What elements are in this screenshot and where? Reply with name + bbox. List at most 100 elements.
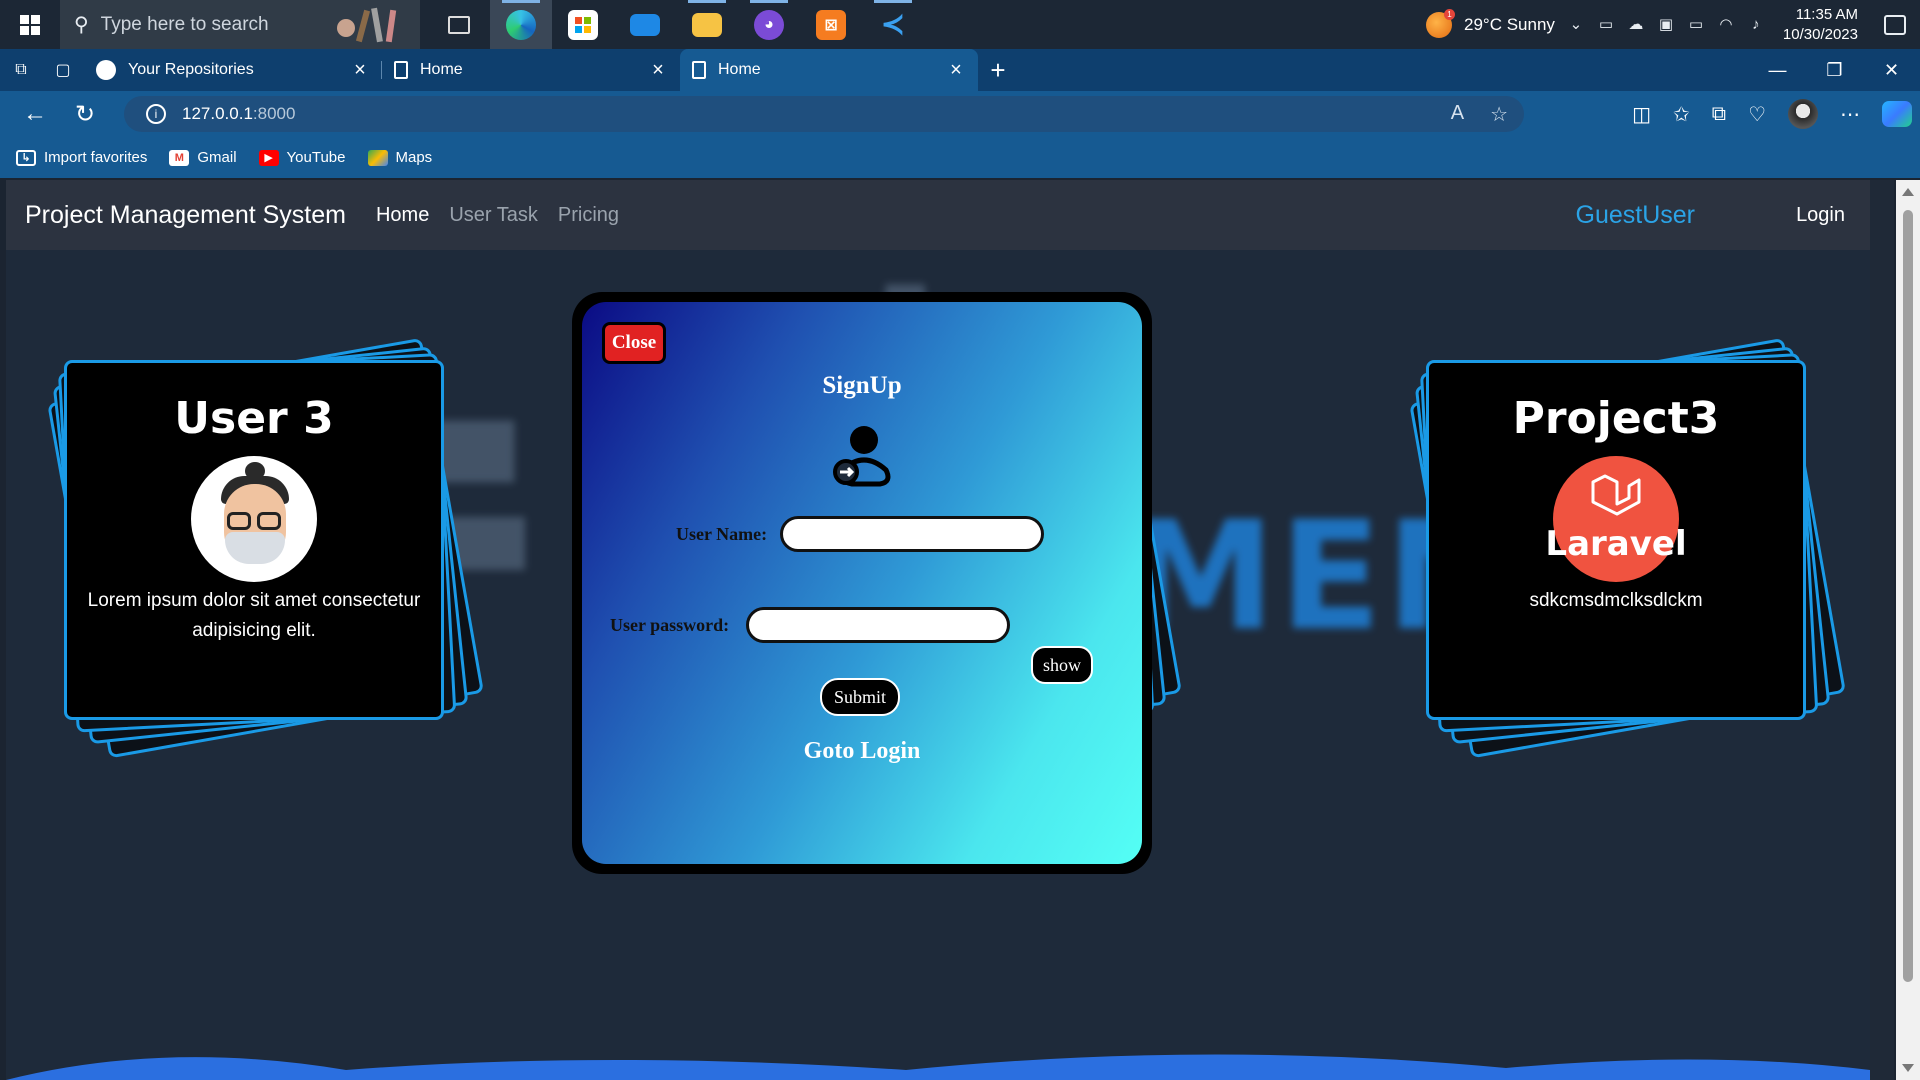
notification-center-icon[interactable] [1884,14,1906,35]
task-view-button[interactable] [428,0,490,49]
clock[interactable]: 11:35 AM 10/30/2023 [1783,5,1858,45]
browser-essentials-icon[interactable]: ♡ [1748,102,1766,127]
favorite-star-icon[interactable]: ☆ [1490,102,1508,127]
user-card-text: Lorem ipsum dolor sit amet consectetur a… [87,590,421,641]
battery-icon[interactable]: ▭ [1687,16,1705,33]
user-card-title: User 3 [174,393,334,444]
store-icon [568,9,598,40]
taskbar-mail[interactable] [614,0,676,49]
taskbar-store[interactable] [552,0,614,49]
taskbar-search-placeholder: Type here to search [100,13,269,35]
collections-icon[interactable]: ⧉ [1712,103,1726,126]
nav-user-task[interactable]: User Task [449,204,538,227]
tab-actions-icon[interactable]: ▢ [42,49,84,91]
taskbar-edge[interactable] [490,0,552,49]
weather-icon[interactable]: 1 [1426,8,1455,38]
user-card-stack: User 3 Lorem ipsum dolor sit amet consec… [47,337,484,759]
tab-home-2[interactable]: Home × [680,49,978,91]
fav-maps[interactable]: Maps [367,149,432,166]
tab-home-1[interactable]: Home × [382,49,680,91]
youtube-icon: ▶ [258,149,279,166]
weather-text[interactable]: 29°C Sunny [1464,15,1555,35]
nav-home[interactable]: Home [376,204,429,227]
more-icon[interactable]: ⋯ [1840,102,1860,127]
restore-icon[interactable]: ❐ [1806,49,1863,91]
signup-title: SignUp [822,372,902,399]
split-screen-icon[interactable]: ◫ [1632,102,1651,127]
submit-button[interactable]: Submit [820,678,900,716]
login-link[interactable]: Login [1796,204,1845,227]
goto-login-link[interactable]: Goto Login [582,738,1142,765]
nav-pricing[interactable]: Pricing [558,204,619,227]
address-bar[interactable]: i 127.0.0.1:8000 A ☆ [124,96,1524,132]
close-tab-icon[interactable]: × [350,59,370,82]
tab-label: Your Repositories [128,61,254,78]
system-tray: 1 29°C Sunny ⌄ ▭ ☁ ▣ ▭ ◠ ♪ 11:35 AM 10/3… [1426,0,1920,49]
user-card[interactable]: User 3 Lorem ipsum dolor sit amet consec… [64,360,444,720]
guest-user-link[interactable]: GuestUser [1576,201,1695,230]
new-tab-button[interactable]: + [978,55,1018,86]
site-navbar: Project Management System Home User Task… [6,180,1870,250]
favorites-icon[interactable]: ✩ [1673,102,1690,127]
username-input[interactable] [780,516,1044,552]
fav-gmail[interactable]: M Gmail [169,149,237,166]
page-scrollbar[interactable] [1896,180,1920,1080]
scroll-down-icon[interactable] [1902,1064,1914,1072]
show-password-button[interactable]: show [1031,646,1093,684]
laravel-logo-text: Laravel [1545,524,1687,564]
volume-icon[interactable]: ♪ [1747,16,1765,33]
taskbar-file-explorer[interactable] [676,0,738,49]
minimize-icon[interactable]: — [1749,49,1806,91]
import-icon: ↳ [16,149,36,166]
folder-icon [692,12,722,37]
scrollbar-thumb[interactable] [1903,210,1913,982]
signup-modal-frame: Close SignUp User Name: User password: s… [572,292,1152,874]
read-aloud-icon[interactable]: A [1451,102,1464,127]
tab-your-repositories[interactable]: Your Repositories × [84,49,382,91]
fav-youtube[interactable]: ▶ YouTube [258,149,346,166]
mail-icon [630,13,660,36]
scroll-up-icon[interactable] [1902,188,1914,196]
profile-avatar[interactable] [1788,99,1818,129]
clock-time: 11:35 AM [1795,5,1858,23]
wifi-icon[interactable]: ◠ [1717,16,1735,33]
xampp-icon: ⊠ [816,9,846,40]
close-window-icon[interactable]: ✕ [1863,49,1920,91]
back-icon[interactable]: ← [10,91,60,137]
password-input[interactable] [746,607,1010,643]
meet-now-icon[interactable]: ▭ [1597,16,1615,33]
favorites-bar: ↳ Import favorites M Gmail ▶ YouTube Map… [0,137,1920,178]
browser-tabstrip: ⧉ ▢ Your Repositories × Home × Home × + … [0,49,1920,91]
page-icon [394,61,408,79]
laravel-mark-icon [1591,474,1641,516]
workspaces-icon[interactable]: ⧉ [0,49,42,91]
taskbar-xampp[interactable]: ⊠ [800,0,862,49]
close-tab-icon[interactable]: × [946,59,966,82]
project-card-title: Project3 [1512,393,1720,444]
tab-label: Home [718,61,761,78]
project-card[interactable]: Project3 Laravel sdkcmsdmclksdlckm [1426,360,1806,720]
taskbar-github-desktop[interactable]: ◕ [738,0,800,49]
onedrive-icon[interactable]: ☁ [1627,16,1645,33]
site-brand[interactable]: Project Management System [25,201,346,230]
fav-label: Import favorites [44,149,148,166]
refresh-icon[interactable]: ↻ [60,91,110,137]
site-info-icon[interactable]: i [146,104,166,124]
close-button[interactable]: Close [602,322,666,364]
taskbar-vscode[interactable]: ≺ [862,0,924,49]
vscode-icon: ≺ [880,8,906,41]
bottom-wave-decoration [6,1054,1870,1080]
chevron-up-icon[interactable]: ⌄ [1567,16,1585,33]
clock-date: 10/30/2023 [1782,25,1858,43]
fav-import-favorites[interactable]: ↳ Import favorites [16,149,147,166]
device-icon[interactable]: ▣ [1657,16,1675,33]
taskbar-search[interactable]: ⚲ Type here to search [60,0,420,49]
url-port: :8000 [252,104,296,123]
fav-label: YouTube [286,149,346,166]
copilot-icon[interactable] [1882,101,1912,127]
user-avatar [191,456,317,582]
username-label: User Name: [676,524,768,544]
tab-label: Home [420,61,463,78]
start-button[interactable] [0,0,60,49]
close-tab-icon[interactable]: × [648,59,668,82]
